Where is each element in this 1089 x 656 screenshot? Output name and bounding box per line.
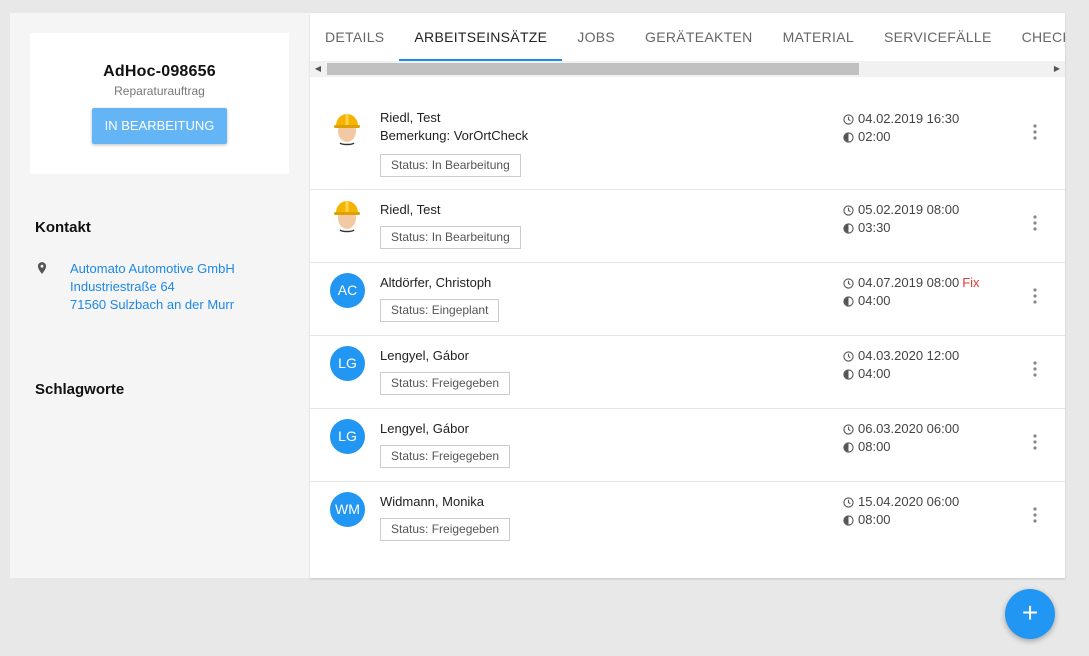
- initials-avatar: AC: [330, 273, 365, 308]
- order-card: AdHoc-098656 Reparaturauftrag IN BEARBEI…: [30, 33, 289, 174]
- assignment-row[interactable]: AC Altdörfer, Christoph Status: Eingeplant…: [310, 263, 1065, 336]
- left-panel: AdHoc-098656 Reparaturauftrag IN BEARBEI…: [10, 13, 310, 578]
- assignment-remark: Bemerkung: VorOrtCheck: [380, 128, 529, 143]
- main-panel: DETAILS ARBEITSEINSÄTZE JOBS GERÄTEAKTEN…: [310, 13, 1065, 578]
- duration-icon: [843, 295, 854, 307]
- contact-city[interactable]: 71560 Sulzbach an der Murr: [70, 296, 235, 314]
- map-pin-icon: [37, 262, 47, 274]
- clock-icon: [843, 113, 854, 125]
- clock-icon: [843, 277, 854, 289]
- assignment-row[interactable]: Riedl, Test Bemerkung: VorOrtCheck Status:…: [310, 99, 1065, 190]
- fix-label: Fix: [962, 275, 980, 290]
- scroll-left-arrow-icon[interactable]: ◀: [310, 61, 326, 77]
- tab-bar: DETAILS ARBEITSEINSÄTZE JOBS GERÄTEAKTEN…: [310, 13, 1065, 61]
- status-button[interactable]: IN BEARBEITUNG: [92, 108, 227, 144]
- duration-icon: [843, 368, 854, 380]
- more-vert-icon[interactable]: [1029, 287, 1041, 305]
- tab-material[interactable]: MATERIAL: [768, 13, 869, 61]
- assignee-name: Riedl, Test: [380, 202, 441, 217]
- initials-avatar: LG: [330, 419, 365, 454]
- time-block: 06.03.2020 06:00 08:00: [843, 420, 959, 456]
- clock-icon: [843, 423, 854, 435]
- tab-jobs[interactable]: JOBS: [562, 13, 630, 61]
- status-chip: Status: Eingeplant: [380, 299, 500, 322]
- order-id: AdHoc-098656: [103, 63, 216, 80]
- scroll-thumb[interactable]: [327, 63, 859, 75]
- assignee-name: Altdörfer, Christoph: [380, 275, 492, 290]
- assignment-datetime: 06.03.2020 06:00: [858, 421, 960, 436]
- assignment-duration: 02:00: [858, 129, 891, 144]
- time-block: 04.07.2019 08:00 Fix 04:00: [843, 274, 980, 310]
- tab-checklisten[interactable]: CHECKLISTEN: [1007, 13, 1065, 61]
- worker-avatar-icon: [330, 109, 364, 147]
- scroll-right-arrow-icon[interactable]: ▶: [1049, 61, 1065, 77]
- status-chip: Status: Freigegeben: [380, 518, 511, 541]
- more-vert-icon[interactable]: [1029, 506, 1041, 524]
- assignment-duration: 04:00: [858, 366, 891, 381]
- more-vert-icon[interactable]: [1029, 360, 1041, 378]
- assignment-datetime: 15.04.2020 06:00: [858, 494, 960, 509]
- assignment-duration: 08:00: [858, 439, 891, 454]
- time-block: 15.04.2020 06:00 08:00: [843, 493, 959, 529]
- time-block: 04.03.2020 12:00 04:00: [843, 347, 959, 383]
- duration-icon: [843, 441, 854, 453]
- initials-avatar: LG: [330, 346, 365, 381]
- more-vert-icon[interactable]: [1029, 433, 1041, 451]
- initials-avatar: WM: [330, 492, 365, 527]
- keywords-title: Schlagworte: [35, 381, 125, 398]
- clock-icon: [843, 350, 854, 362]
- assignment-datetime: 05.02.2019 08:00: [858, 202, 960, 217]
- assignment-datetime: 04.03.2020 12:00: [858, 348, 960, 363]
- assignee-name: Riedl, Test: [380, 110, 441, 125]
- duration-icon: [843, 222, 854, 234]
- assignment-list: Riedl, Test Bemerkung: VorOrtCheck Status:…: [310, 99, 1065, 555]
- assignment-datetime: 04.07.2019 08:00: [858, 275, 960, 290]
- add-button[interactable]: +: [1005, 589, 1055, 639]
- clock-icon: [843, 496, 854, 508]
- duration-icon: [843, 131, 854, 143]
- tab-geraeteakten[interactable]: GERÄTEAKTEN: [630, 13, 768, 61]
- tab-servicefaelle[interactable]: SERVICEFÄLLE: [869, 13, 1007, 61]
- assignee-name: Lengyel, Gábor: [380, 348, 469, 363]
- status-chip: Status: Freigegeben: [380, 445, 511, 468]
- status-chip: Status: In Bearbeitung: [380, 154, 521, 177]
- assignment-row[interactable]: Riedl, Test Status: In Bearbeitung 05.02.…: [310, 190, 1065, 263]
- assignment-row[interactable]: LG Lengyel, Gábor Status: Freigegeben 04.0…: [310, 336, 1065, 409]
- tab-arbeitseinsaetze[interactable]: ARBEITSEINSÄTZE: [399, 13, 563, 61]
- status-chip: Status: Freigegeben: [380, 372, 511, 395]
- assignment-duration: 03:30: [858, 220, 891, 235]
- tab-scrollbar[interactable]: ◀ ▶: [310, 61, 1065, 77]
- order-type: Reparaturauftrag: [114, 84, 205, 98]
- contact-street[interactable]: Industriestraße 64: [70, 278, 235, 296]
- tab-details[interactable]: DETAILS: [310, 13, 399, 61]
- assignment-row[interactable]: LG Lengyel, Gábor Status: Freigegeben 06.0…: [310, 409, 1065, 482]
- assignee-name: Lengyel, Gábor: [380, 421, 469, 436]
- contact-company[interactable]: Automato Automotive GmbH: [70, 260, 235, 278]
- more-vert-icon[interactable]: [1029, 123, 1041, 141]
- more-vert-icon[interactable]: [1029, 214, 1041, 232]
- contact-lines[interactable]: Automato Automotive GmbH Industriestraße…: [70, 260, 235, 314]
- clock-icon: [843, 204, 854, 216]
- assignment-duration: 04:00: [858, 293, 891, 308]
- time-block: 05.02.2019 08:00 03:30: [843, 201, 959, 237]
- contact-title: Kontakt: [35, 219, 91, 236]
- assignment-datetime: 04.02.2019 16:30: [858, 111, 960, 126]
- assignment-row[interactable]: WM Widmann, Monika Status: Freigegeben 15.…: [310, 482, 1065, 555]
- worker-avatar-icon: [330, 196, 364, 234]
- duration-icon: [843, 514, 854, 526]
- time-block: 04.02.2019 16:30 02:00: [843, 110, 959, 146]
- assignment-duration: 08:00: [858, 512, 891, 527]
- assignee-name: Widmann, Monika: [380, 494, 485, 509]
- contact-address[interactable]: Automato Automotive GmbH Industriestraße…: [35, 260, 235, 314]
- status-chip: Status: In Bearbeitung: [380, 226, 521, 249]
